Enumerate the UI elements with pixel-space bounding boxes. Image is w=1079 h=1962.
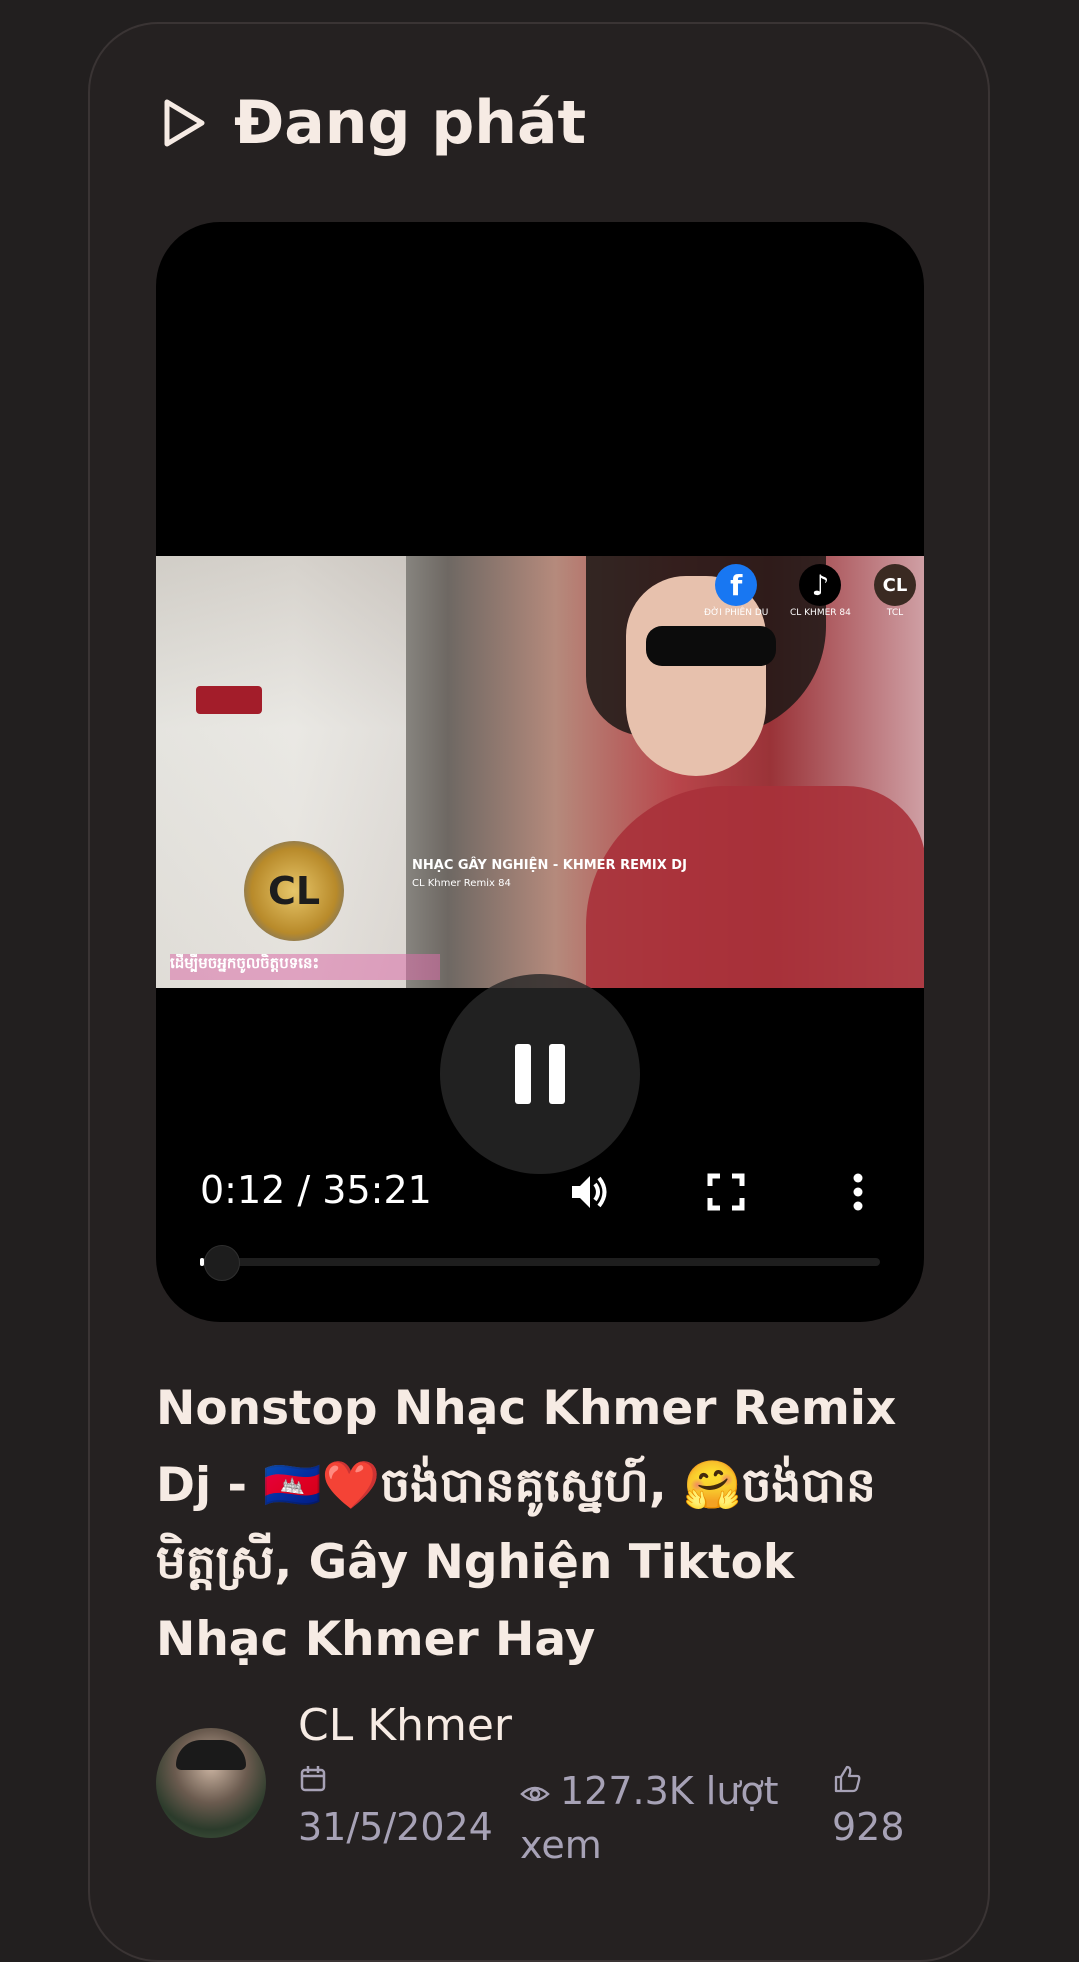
more-vertical-icon[interactable] <box>834 1168 882 1216</box>
like-count[interactable]: 928 <box>832 1764 905 1854</box>
thumbs-up-icon <box>834 1765 861 1793</box>
upload-date: 31/5/2024 <box>298 1764 493 1854</box>
volume-icon[interactable] <box>566 1168 614 1216</box>
video-controls: 0:12 / 35:21 <box>156 1158 924 1238</box>
time-display: 0:12 / 35:21 <box>200 1168 432 1212</box>
video-bottom-text: ដើម្បីមចអ្នកចូលចិត្តបទនេះ <box>170 954 440 980</box>
calendar-icon <box>300 1766 326 1792</box>
avatar-cap <box>176 1740 246 1770</box>
play-icon <box>164 99 205 147</box>
channel-name[interactable]: CL Khmer <box>298 1700 512 1751</box>
upload-date-text: 31/5/2024 <box>298 1805 493 1849</box>
video-player[interactable]: f ĐỜI PHIÊN DU ♪ CL KHMER 84 CL TCL CL N… <box>156 222 924 1322</box>
like-count-text: 928 <box>832 1805 905 1849</box>
cl-khmer-logo: CL <box>244 841 344 941</box>
overlay-tcl: CL TCL <box>874 564 916 618</box>
tiktok-icon: ♪ <box>799 564 842 606</box>
video-scene-dress <box>586 786 924 988</box>
fullscreen-icon[interactable] <box>702 1168 750 1216</box>
pause-icon-bar <box>549 1044 565 1104</box>
video-caption: NHẠC GÂY NGHIỆN - KHMER REMIX DJ <box>412 858 687 873</box>
overlay-tcl-caption: TCL <box>886 608 904 618</box>
progress-bar[interactable] <box>200 1245 880 1281</box>
video-scene-glasses <box>646 626 776 666</box>
overlay-tiktok: ♪ CL KHMER 84 <box>790 564 851 618</box>
eye-icon <box>520 1786 550 1801</box>
pause-icon <box>515 1044 531 1104</box>
video-frame[interactable]: f ĐỜI PHIÊN DU ♪ CL KHMER 84 CL TCL CL N… <box>156 556 924 1174</box>
video-title: Nonstop Nhạc Khmer Remix Dj - 🇰🇭❤️ចង់បាន… <box>156 1381 897 1667</box>
overlay-tiktok-caption: CL KHMER 84 <box>790 608 851 618</box>
progress-handle[interactable] <box>204 1245 241 1281</box>
view-count-text: 127.3K lượt xem <box>520 1769 779 1867</box>
overlay-facebook-caption: ĐỜI PHIÊN DU <box>704 608 769 618</box>
video-scene-bowtie <box>196 686 262 714</box>
facebook-icon: f <box>715 564 758 606</box>
tcl-logo-icon: CL <box>874 564 916 606</box>
avatar[interactable] <box>156 1728 266 1838</box>
video-subcaption: CL Khmer Remix 84 <box>412 878 511 889</box>
view-count: 127.3K lượt xem <box>520 1764 780 1872</box>
now-playing-header: Đang phát <box>162 88 586 158</box>
overlay-facebook: f ĐỜI PHIÊN DU <box>704 564 768 618</box>
pause-button[interactable] <box>440 974 640 1174</box>
video-meta: CL Khmer 31/5/2024 127.3K lượt xem 928 <box>156 1700 916 1867</box>
page-title: Đang phát <box>234 88 587 158</box>
